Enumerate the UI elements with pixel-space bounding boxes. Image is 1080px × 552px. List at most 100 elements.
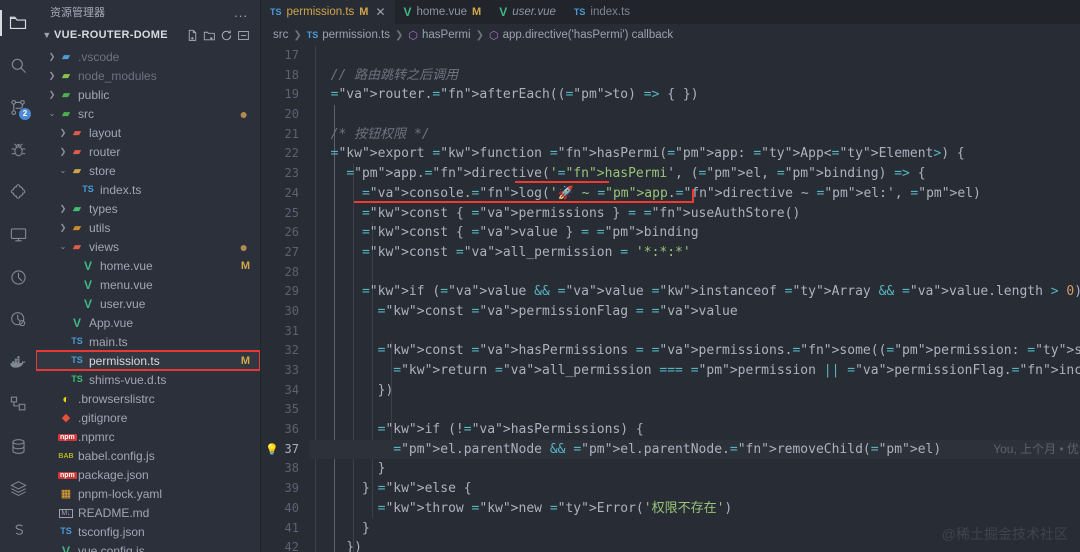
explorer-icon[interactable] (0, 2, 36, 44)
twisty-icon[interactable]: ⌄ (57, 242, 69, 251)
folder-node-icon: ▰ (61, 70, 71, 82)
database-icon[interactable] (0, 425, 36, 467)
code-line[interactable]: ="kw">if (!="va">hasPermissions) { (309, 420, 1080, 440)
tree-item-shims-vue-d-ts[interactable]: TS shims-vue.d.ts (36, 370, 260, 389)
code-line[interactable]: } ="kw">else { (309, 479, 1080, 499)
sass-icon[interactable] (0, 510, 36, 552)
twisty-icon[interactable]: ❯ (57, 223, 69, 232)
tree-item-user-vue[interactable]: Vuser.vue (36, 294, 260, 313)
code-line[interactable]: /* 按钮权限 */ (309, 125, 1080, 145)
tree-item-index-ts[interactable]: TS index.ts (36, 180, 260, 199)
tree-item-permission-ts[interactable]: TS permission.ts M (36, 350, 260, 371)
docker-icon[interactable] (0, 341, 36, 383)
twisty-icon[interactable]: ❯ (46, 71, 58, 80)
test-explorer-icon[interactable] (0, 298, 36, 340)
monitor-icon[interactable] (0, 214, 36, 256)
layers-icon[interactable] (0, 467, 36, 509)
code-line[interactable] (309, 105, 1080, 125)
new-folder-icon[interactable] (203, 29, 216, 42)
tree-item-main-ts[interactable]: TS main.ts (36, 332, 260, 351)
tab-user-vue[interactable]: Vuser.vue (490, 0, 565, 24)
code-line[interactable]: ="kw">export ="kw">function ="fn">hasPer… (309, 144, 1080, 164)
twisty-icon[interactable]: ⌄ (57, 166, 69, 175)
twisty-icon[interactable]: ⌄ (46, 109, 58, 118)
tree-item-package-json[interactable]: npm package.json (36, 465, 260, 484)
tree-item-menu-vue[interactable]: Vmenu.vue (36, 275, 260, 294)
tree-item-readme-md[interactable]: M↓ README.md (36, 503, 260, 522)
tree-item-node-modules[interactable]: ❯ ▰ node_modules (36, 66, 260, 85)
lightbulb-icon[interactable]: 💡 (265, 442, 279, 457)
tree-item-views[interactable]: ⌄ ▰ views ● (36, 237, 260, 256)
search-icon[interactable] (0, 44, 36, 86)
tree-item-home-vue[interactable]: Vhome.vue M (36, 256, 260, 275)
breadcrumb-item[interactable]: ⬡ hasPermi (408, 29, 470, 42)
tree-item--vscode[interactable]: ❯ ▰ .vscode (36, 47, 260, 66)
workspace-section-header[interactable]: ▼ VUE-ROUTER-DOME (36, 24, 260, 46)
twisty-icon[interactable]: ❯ (46, 90, 58, 99)
tree-item-src[interactable]: ⌄ ▰ src ● (36, 104, 260, 123)
close-icon[interactable]: ✕ (375, 5, 385, 19)
tree-item-utils[interactable]: ❯ ▰ utils (36, 218, 260, 237)
tree-item-router[interactable]: ❯ ▰ router (36, 142, 260, 161)
code-content[interactable]: // 路由跳转之后调用 ="va">router.="fn">afterEach… (309, 46, 1080, 552)
tree-item--npmrc[interactable]: npm .npmrc (36, 427, 260, 446)
bug-icon[interactable] (0, 129, 36, 171)
project-nodes-icon[interactable] (0, 383, 36, 425)
tree-item--browserslistrc[interactable]: ◐ .browserslistrc (36, 389, 260, 408)
code-line[interactable]: ="kw">const ="va">all_permission = '*:*:… (309, 243, 1080, 263)
tree-item-babel-config-js[interactable]: BAB babel.config.js (36, 446, 260, 465)
breadcrumb-item[interactable]: src (273, 29, 288, 41)
code-line[interactable]: ="kw">const ="va">permissionFlag = ="va"… (309, 302, 1080, 322)
modified-badge: M (240, 354, 250, 367)
refresh-icon[interactable] (220, 29, 233, 42)
extensions-icon[interactable] (0, 171, 36, 213)
tab-home-vue[interactable]: Vhome.vue M (394, 0, 491, 24)
tab-index-ts[interactable]: TS index.ts (564, 0, 640, 24)
code-line[interactable]: }) (309, 381, 1080, 401)
code-line[interactable]: // 路由跳转之后调用 (309, 66, 1080, 86)
code-line[interactable] (309, 263, 1080, 283)
tree-item-store[interactable]: ⌄ ▰ store (36, 161, 260, 180)
tree-item-label: tsconfig.json (78, 524, 145, 539)
collapse-all-icon[interactable] (237, 29, 250, 42)
tree-item-label: home.vue (100, 258, 153, 273)
twisty-icon[interactable]: ❯ (57, 128, 69, 137)
modified-dot: ● (239, 105, 248, 122)
tree-item-layout[interactable]: ❯ ▰ layout (36, 123, 260, 142)
code-line[interactable]: ="kw">const { ="va">value } = ="pm">bind… (309, 223, 1080, 243)
twisty-icon[interactable]: ❯ (57, 204, 69, 213)
code-line[interactable]: ="pm">el.parentNode && ="pm">el.parentNo… (309, 439, 1080, 460)
source-control-icon[interactable]: 2 (0, 87, 36, 129)
code-line[interactable]: ="pm">app.="fn">directive('="fn">hasPerm… (309, 164, 1080, 184)
new-file-icon[interactable] (186, 29, 199, 42)
breadcrumb-item[interactable]: ⬡ app.directive('hasPermi') callback (489, 29, 673, 42)
code-line[interactable]: ="va">router.="fn">afterEach((="pm">to) … (309, 85, 1080, 105)
twisty-icon[interactable]: ❯ (46, 52, 58, 61)
sidebar-overflow-icon[interactable]: ... (234, 5, 248, 20)
tree-item-label: types (89, 201, 118, 216)
twisty-icon[interactable]: ❯ (57, 147, 69, 156)
code-line[interactable]: ="kw">return ="va">all_permission === ="… (309, 361, 1080, 381)
testing-icon[interactable] (0, 256, 36, 298)
tree-item-public[interactable]: ❯ ▰ public (36, 85, 260, 104)
tree-item-vue-config-js[interactable]: Vvue.config.js (36, 541, 260, 552)
breadcrumb-item[interactable]: TS permission.ts (307, 29, 390, 41)
tab-permission-ts[interactable]: TS permission.ts M ✕ (261, 0, 395, 25)
tree-item-pnpm-lock-yaml[interactable]: ▦ pnpm-lock.yaml (36, 484, 260, 503)
tree-item--gitignore[interactable]: ◆ .gitignore (36, 408, 260, 427)
code-line[interactable]: ="kw">const { ="va">permissions } = ="fn… (309, 204, 1080, 224)
file-tree[interactable]: ❯ ▰ .vscode ❯ ▰ node_modules ❯ ▰ public ⌄ ▰ src ● ❯ ▰ l… (36, 46, 260, 552)
code-line[interactable] (309, 400, 1080, 420)
tree-item-types[interactable]: ❯ ▰ types (36, 199, 260, 218)
code-line[interactable]: } (309, 459, 1080, 479)
code-line[interactable]: ="kw">const ="va">hasPermissions = ="va"… (309, 341, 1080, 361)
code-editor[interactable]: 17 18 19 20 21 22 23 24 25 26 27 28 29 30 31 32 33 34 35 36… (261, 46, 1080, 552)
code-line[interactable]: ="kw">if (="va">value && ="va">value ="k… (309, 282, 1080, 302)
tree-item-tsconfig-json[interactable]: TS tsconfig.json (36, 522, 260, 541)
vue-file-icon: V (83, 258, 92, 273)
red-underline-annotation (515, 180, 609, 183)
code-line[interactable]: ="kw">throw ="kw">new ="ty">Error('权限不存在… (309, 499, 1080, 519)
code-line[interactable] (309, 322, 1080, 342)
tree-item-app-vue[interactable]: V App.vue (36, 313, 260, 332)
code-line[interactable] (309, 46, 1080, 66)
